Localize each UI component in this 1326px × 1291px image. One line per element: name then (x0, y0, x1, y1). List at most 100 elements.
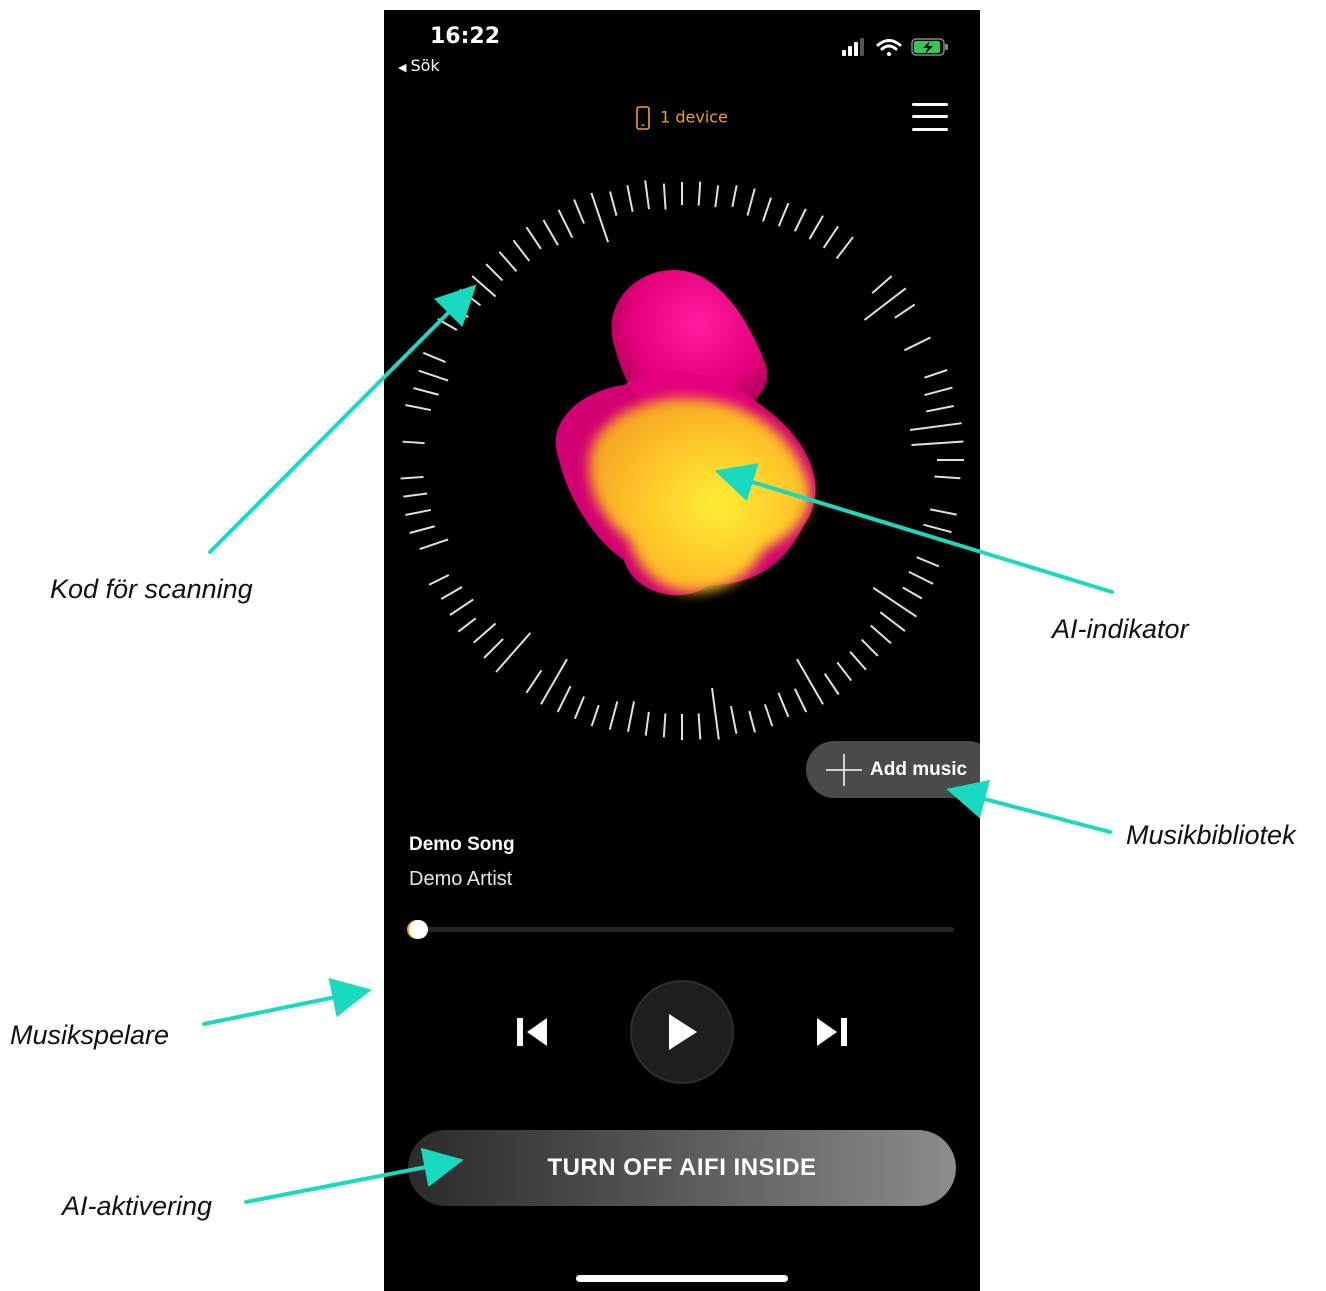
previous-track-button[interactable] (510, 1010, 554, 1054)
scan-tick (422, 351, 446, 363)
scan-tick (437, 318, 458, 331)
scan-tick (556, 685, 572, 713)
scan-tick (793, 208, 807, 232)
scan-tick (440, 586, 463, 600)
back-arrow-icon: ◀ (398, 61, 407, 74)
signal-icon (842, 38, 864, 56)
scan-tick (714, 185, 720, 208)
scan-tick (573, 199, 585, 224)
scan-tick (731, 185, 738, 208)
scan-tick (879, 611, 906, 632)
scan-tick (934, 475, 961, 480)
scan-tick (608, 701, 619, 730)
scan-tick (929, 508, 957, 516)
scan-tick (495, 632, 532, 673)
scan-tick (916, 556, 940, 568)
scan-tick (609, 191, 618, 216)
scan-tick (459, 288, 482, 307)
scan-tick (540, 658, 568, 705)
scan-tick (405, 404, 432, 412)
scan-tick (525, 226, 542, 250)
next-track-button[interactable] (810, 1010, 854, 1054)
scan-tick (697, 181, 702, 206)
previous-track-icon (517, 1018, 547, 1046)
scan-tick (746, 188, 756, 216)
phone-icon (636, 106, 650, 130)
scan-tick (849, 651, 867, 671)
arrow-music-library (946, 779, 1112, 834)
scan-tick (835, 236, 854, 260)
device-indicator[interactable]: 1 device (384, 106, 980, 130)
plus-icon (826, 753, 862, 786)
scan-tick (871, 275, 893, 294)
scan-tick (902, 586, 923, 600)
back-to-search-link[interactable]: ◀ Sök (398, 56, 440, 75)
scan-tick (409, 525, 435, 534)
scan-tick (662, 183, 667, 210)
scan-tick (626, 185, 634, 213)
ai-indicator-blob (555, 270, 816, 596)
scan-tick (644, 180, 650, 210)
scan-tick (485, 263, 504, 282)
scan-tick (573, 696, 585, 720)
scan-tick (446, 302, 469, 319)
device-count-label: 1 device (660, 107, 728, 127)
scan-tick (626, 701, 635, 732)
home-indicator[interactable] (576, 1275, 788, 1282)
scan-tick (402, 440, 425, 445)
scan-tick (590, 704, 600, 727)
scan-tick (911, 440, 964, 446)
scan-tick (822, 225, 839, 249)
scan-tick (557, 209, 574, 239)
scan-tick (428, 574, 450, 586)
song-title: Demo Song (409, 834, 515, 855)
scan-tick (512, 239, 530, 262)
status-icons (842, 38, 948, 56)
play-icon (669, 1014, 697, 1050)
scan-tick (418, 369, 449, 382)
next-track-icon (817, 1018, 847, 1046)
scan-tick (777, 202, 790, 227)
scan-tick (777, 692, 790, 718)
turn-off-aifi-button[interactable]: TURN OFF AIFI INSIDE (408, 1130, 956, 1206)
battery-charging-icon (911, 38, 948, 56)
play-button[interactable] (630, 980, 734, 1084)
hamburger-menu-icon[interactable] (912, 102, 948, 132)
arrow-music-player (202, 978, 372, 1026)
back-link-label: Sök (410, 56, 440, 75)
wifi-icon (876, 39, 902, 56)
progress-knob[interactable] (409, 920, 428, 939)
scan-tick (473, 622, 497, 644)
scan-tick (711, 687, 720, 740)
scan-tick (836, 661, 853, 682)
scan-tick (860, 638, 879, 657)
scan-tick (405, 508, 432, 516)
scan-tick (498, 251, 518, 272)
scan-tick (483, 638, 504, 659)
scan-tick (748, 710, 756, 733)
scan-tick (923, 523, 952, 534)
scan-tick (644, 711, 650, 736)
scan-tick (762, 197, 772, 222)
scan-tick (419, 538, 449, 550)
add-music-button[interactable]: Add music (806, 741, 980, 798)
scan-tick (590, 192, 610, 243)
scan-tick (908, 571, 934, 585)
scan-tick (697, 713, 702, 740)
annotation-ai-indicator: AI-indikator (1052, 614, 1189, 644)
scan-tick (926, 404, 954, 413)
scan-code-dial (400, 180, 964, 740)
song-artist: Demo Artist (409, 868, 513, 890)
scan-tick (823, 673, 840, 696)
scan-tick (457, 617, 477, 633)
progress-track[interactable] (414, 927, 954, 932)
scan-tick (924, 369, 948, 379)
scan-tick (894, 303, 916, 319)
annotation-scan-code: Kod för scanning (50, 574, 253, 604)
scan-tick (870, 624, 892, 645)
scan-tick (403, 492, 428, 498)
phone-screen: 16:22 ◀ Sök 1 device Add music Demo Song… (384, 10, 980, 1291)
scan-tick (413, 387, 439, 396)
turn-off-aifi-label: TURN OFF AIFI INSIDE (547, 1154, 817, 1181)
scan-tick (542, 219, 559, 246)
